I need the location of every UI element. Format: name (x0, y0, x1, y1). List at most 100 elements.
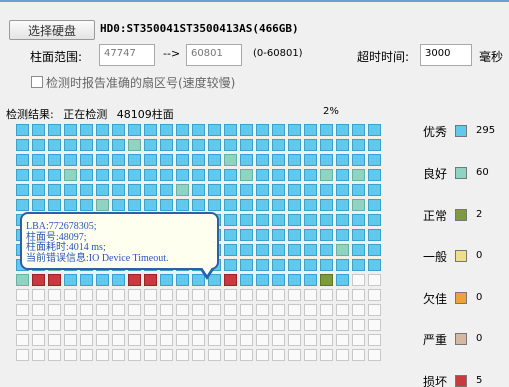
sector-cell[interactable] (48, 199, 61, 211)
sector-cell[interactable] (128, 319, 141, 331)
sector-cell[interactable] (112, 139, 125, 151)
sector-cell[interactable] (288, 139, 301, 151)
sector-cell[interactable] (224, 124, 237, 136)
sector-cell[interactable] (304, 274, 317, 286)
sector-cell[interactable] (288, 289, 301, 301)
sector-cell[interactable] (16, 274, 29, 286)
sector-cell[interactable] (240, 289, 253, 301)
sector-cell[interactable] (160, 139, 173, 151)
sector-cell[interactable] (144, 349, 157, 361)
sector-cell[interactable] (64, 184, 77, 196)
sector-cell[interactable] (112, 349, 125, 361)
sector-cell[interactable] (16, 184, 29, 196)
sector-cell[interactable] (272, 319, 285, 331)
sector-cell[interactable] (176, 154, 189, 166)
sector-cell[interactable] (176, 334, 189, 346)
sector-cell[interactable] (336, 124, 349, 136)
sector-cell[interactable] (352, 214, 365, 226)
sector-cell[interactable] (224, 184, 237, 196)
sector-cell[interactable] (368, 319, 381, 331)
timeout-input[interactable]: 3000 (420, 44, 472, 66)
sector-cell[interactable] (320, 229, 333, 241)
sector-cell[interactable] (288, 154, 301, 166)
sector-cell[interactable] (176, 184, 189, 196)
sector-cell[interactable] (224, 289, 237, 301)
sector-cell[interactable] (256, 319, 269, 331)
sector-cell[interactable] (64, 139, 77, 151)
sector-cell[interactable] (272, 139, 285, 151)
sector-cell[interactable] (48, 154, 61, 166)
sector-cell[interactable] (224, 229, 237, 241)
sector-cell[interactable] (128, 334, 141, 346)
sector-cell[interactable] (288, 274, 301, 286)
sector-cell[interactable] (256, 304, 269, 316)
sector-cell[interactable] (144, 199, 157, 211)
sector-cell[interactable] (256, 184, 269, 196)
sector-cell[interactable] (80, 124, 93, 136)
sector-cell[interactable] (240, 319, 253, 331)
sector-cell[interactable] (256, 229, 269, 241)
sector-cell[interactable] (128, 184, 141, 196)
sector-cell[interactable] (112, 304, 125, 316)
sector-cell[interactable] (320, 124, 333, 136)
sector-cell[interactable] (320, 139, 333, 151)
sector-cell[interactable] (320, 154, 333, 166)
sector-cell[interactable] (272, 244, 285, 256)
sector-cell[interactable] (48, 304, 61, 316)
sector-cell[interactable] (64, 334, 77, 346)
sector-cell[interactable] (48, 349, 61, 361)
sector-cell[interactable] (32, 169, 45, 181)
sector-cell[interactable] (208, 304, 221, 316)
sector-cell[interactable] (16, 349, 29, 361)
sector-cell[interactable] (352, 244, 365, 256)
sector-cell[interactable] (336, 334, 349, 346)
sector-cell[interactable] (352, 334, 365, 346)
sector-cell[interactable] (48, 289, 61, 301)
sector-cell[interactable] (96, 184, 109, 196)
sector-cell[interactable] (144, 289, 157, 301)
sector-cell[interactable] (160, 199, 173, 211)
sector-cell[interactable] (320, 274, 333, 286)
sector-cell[interactable] (16, 319, 29, 331)
sector-cell[interactable] (288, 304, 301, 316)
sector-cell[interactable] (128, 154, 141, 166)
sector-cell[interactable] (128, 169, 141, 181)
sector-cell[interactable] (48, 184, 61, 196)
sector-cell[interactable] (128, 199, 141, 211)
sector-cell[interactable] (192, 334, 205, 346)
sector-cell[interactable] (112, 184, 125, 196)
sector-cell[interactable] (208, 289, 221, 301)
sector-cell[interactable] (208, 334, 221, 346)
sector-cell[interactable] (224, 274, 237, 286)
sector-cell[interactable] (32, 349, 45, 361)
sector-cell[interactable] (96, 124, 109, 136)
sector-cell[interactable] (240, 349, 253, 361)
sector-cell[interactable] (304, 319, 317, 331)
sector-cell[interactable] (192, 349, 205, 361)
sector-cell[interactable] (144, 169, 157, 181)
sector-cell[interactable] (240, 229, 253, 241)
sector-cell[interactable] (368, 154, 381, 166)
sector-cell[interactable] (128, 274, 141, 286)
sector-cell[interactable] (240, 274, 253, 286)
sector-cell[interactable] (112, 199, 125, 211)
sector-cell[interactable] (304, 199, 317, 211)
sector-cell[interactable] (288, 334, 301, 346)
sector-cell[interactable] (352, 184, 365, 196)
sector-cell[interactable] (336, 154, 349, 166)
sector-cell[interactable] (192, 154, 205, 166)
sector-cell[interactable] (336, 349, 349, 361)
sector-cell[interactable] (224, 304, 237, 316)
sector-cell[interactable] (208, 169, 221, 181)
sector-cell[interactable] (320, 289, 333, 301)
sector-cell[interactable] (288, 169, 301, 181)
sector-cell[interactable] (112, 334, 125, 346)
sector-cell[interactable] (32, 124, 45, 136)
sector-cell[interactable] (256, 154, 269, 166)
sector-cell[interactable] (208, 199, 221, 211)
sector-cell[interactable] (160, 304, 173, 316)
sector-cell[interactable] (160, 319, 173, 331)
sector-cell[interactable] (16, 124, 29, 136)
sector-cell[interactable] (368, 349, 381, 361)
sector-cell[interactable] (96, 154, 109, 166)
